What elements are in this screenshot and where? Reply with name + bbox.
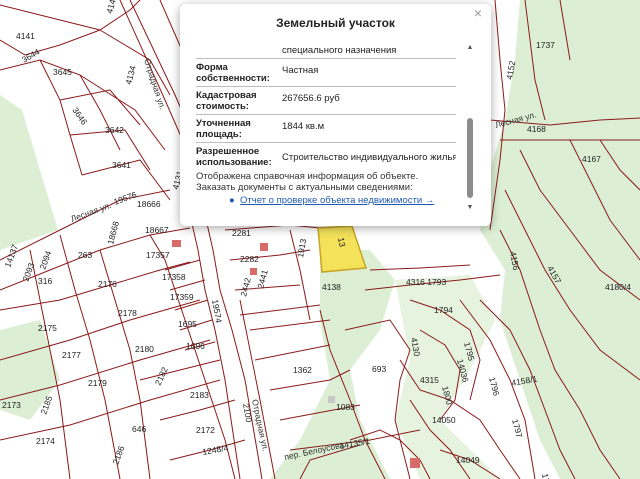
row-value: 1844 кв.м	[282, 121, 325, 132]
plot-label: 4316 1793	[406, 277, 446, 287]
green-area-right-top	[480, 0, 640, 479]
plot-label: 3641	[112, 160, 131, 170]
plot-label: 4315	[420, 375, 439, 385]
building-1	[260, 243, 268, 251]
building-4	[410, 458, 420, 468]
plot-label: 4143	[104, 0, 119, 15]
plot-label: 4168	[527, 124, 546, 134]
plot-label: 2179	[88, 378, 107, 388]
row-label: Уточненная площадь:	[196, 118, 251, 140]
plot-label: 1696	[186, 341, 205, 351]
building-2	[172, 240, 181, 247]
plot-label: 4141	[16, 31, 35, 41]
plot-label: 2186	[110, 444, 126, 465]
plot-label: 1913	[295, 238, 308, 259]
popup-scroll-area[interactable]: специального назначения Форма собственно…	[196, 38, 456, 214]
plot-label: 2094	[37, 249, 53, 270]
plot-label: 1737	[536, 40, 555, 50]
scroll-down-icon[interactable]: ▼	[466, 204, 474, 212]
scrollbar-thumb[interactable]	[467, 118, 473, 198]
green-area-left	[0, 95, 58, 250]
plot-label: 4134	[123, 64, 138, 85]
plot-label: 3646	[70, 105, 89, 126]
plot-label: 3642	[105, 125, 124, 135]
building-5	[328, 396, 335, 403]
divider	[196, 114, 456, 115]
plot-label: 1695	[178, 319, 197, 329]
row-label: Кадастровая стоимость:	[196, 90, 257, 112]
row-value: Строительство индивидуального жилья	[282, 152, 456, 163]
plot-label: 18666	[137, 199, 161, 209]
plot-label: 263	[78, 250, 92, 260]
plot-label: 2173	[2, 400, 21, 410]
plot-label: 2441	[255, 268, 270, 289]
row-value: 267656.6 руб	[282, 93, 340, 104]
plot-label: 1796	[487, 376, 502, 397]
note-line-2: Заказать документы с актуальными сведени…	[196, 182, 413, 193]
plot-label: 1794	[434, 305, 453, 315]
plot-label: 1248/4	[202, 443, 230, 457]
plot-label: 19576	[112, 189, 138, 207]
plot-label: 3645	[53, 67, 72, 77]
plot-label: 2176	[98, 279, 117, 289]
plot-label: 2183	[190, 390, 209, 400]
plot-label: 17358	[162, 272, 186, 282]
street-label: Лесная ул.	[69, 200, 112, 224]
plot-label: 17357	[146, 250, 170, 260]
plot-label: 4138	[322, 282, 341, 292]
building-3	[250, 268, 257, 275]
scroll-up-icon[interactable]: ▲	[466, 44, 474, 52]
row-label: Форма собственности:	[196, 62, 270, 84]
plot-label: 2442	[238, 276, 253, 297]
plot-label: 2281	[232, 228, 251, 238]
plot-label: 2178	[118, 308, 137, 318]
plot-label: 18668	[105, 220, 121, 246]
plot-label: 14049	[456, 455, 480, 465]
note-line-1: Отображена справочная информация об объе…	[196, 171, 419, 182]
plot-label: 2174	[36, 436, 55, 446]
row-value: Частная	[282, 65, 319, 76]
info-popup: Земельный участок × специального назначе…	[180, 4, 491, 226]
plot-label: 4167	[582, 154, 601, 164]
plot-label: 14050	[432, 415, 456, 425]
close-icon[interactable]: ×	[471, 6, 485, 20]
plot-label: 2282	[240, 254, 259, 264]
plot-label: 693	[372, 364, 386, 374]
plot-label: 2175	[38, 323, 57, 333]
partial-purpose-text: специального назначения	[282, 45, 397, 56]
plot-label: 1083	[336, 402, 355, 412]
plot-label: 1362	[293, 365, 312, 375]
plot-label: 2182	[153, 365, 170, 387]
plot-label: 13	[336, 237, 348, 248]
plot-label: 4180/4	[605, 282, 631, 292]
popup-scrollbar[interactable]: ▲ ▼	[466, 44, 474, 216]
plot-label: 1798	[540, 473, 553, 479]
popup-title: Земельный участок	[276, 16, 395, 30]
plot-label: 2172	[196, 425, 215, 435]
report-link[interactable]: Отчет о проверке объекта недвижимости →	[240, 195, 434, 206]
divider	[196, 58, 456, 59]
plot-label: 18667	[145, 225, 169, 235]
plot-label: 316	[38, 276, 52, 286]
row-label: Разрешенное использование:	[196, 146, 272, 168]
plot-label: 2177	[62, 350, 81, 360]
plot-label: 646	[132, 424, 146, 434]
divider	[196, 142, 456, 143]
selected-parcel[interactable]	[317, 225, 368, 273]
plot-label: 2180	[135, 344, 154, 354]
plot-label: 17359	[170, 292, 194, 302]
link-bullet: ●	[229, 195, 235, 206]
divider	[196, 86, 456, 87]
plot-label: 1797	[510, 418, 525, 439]
